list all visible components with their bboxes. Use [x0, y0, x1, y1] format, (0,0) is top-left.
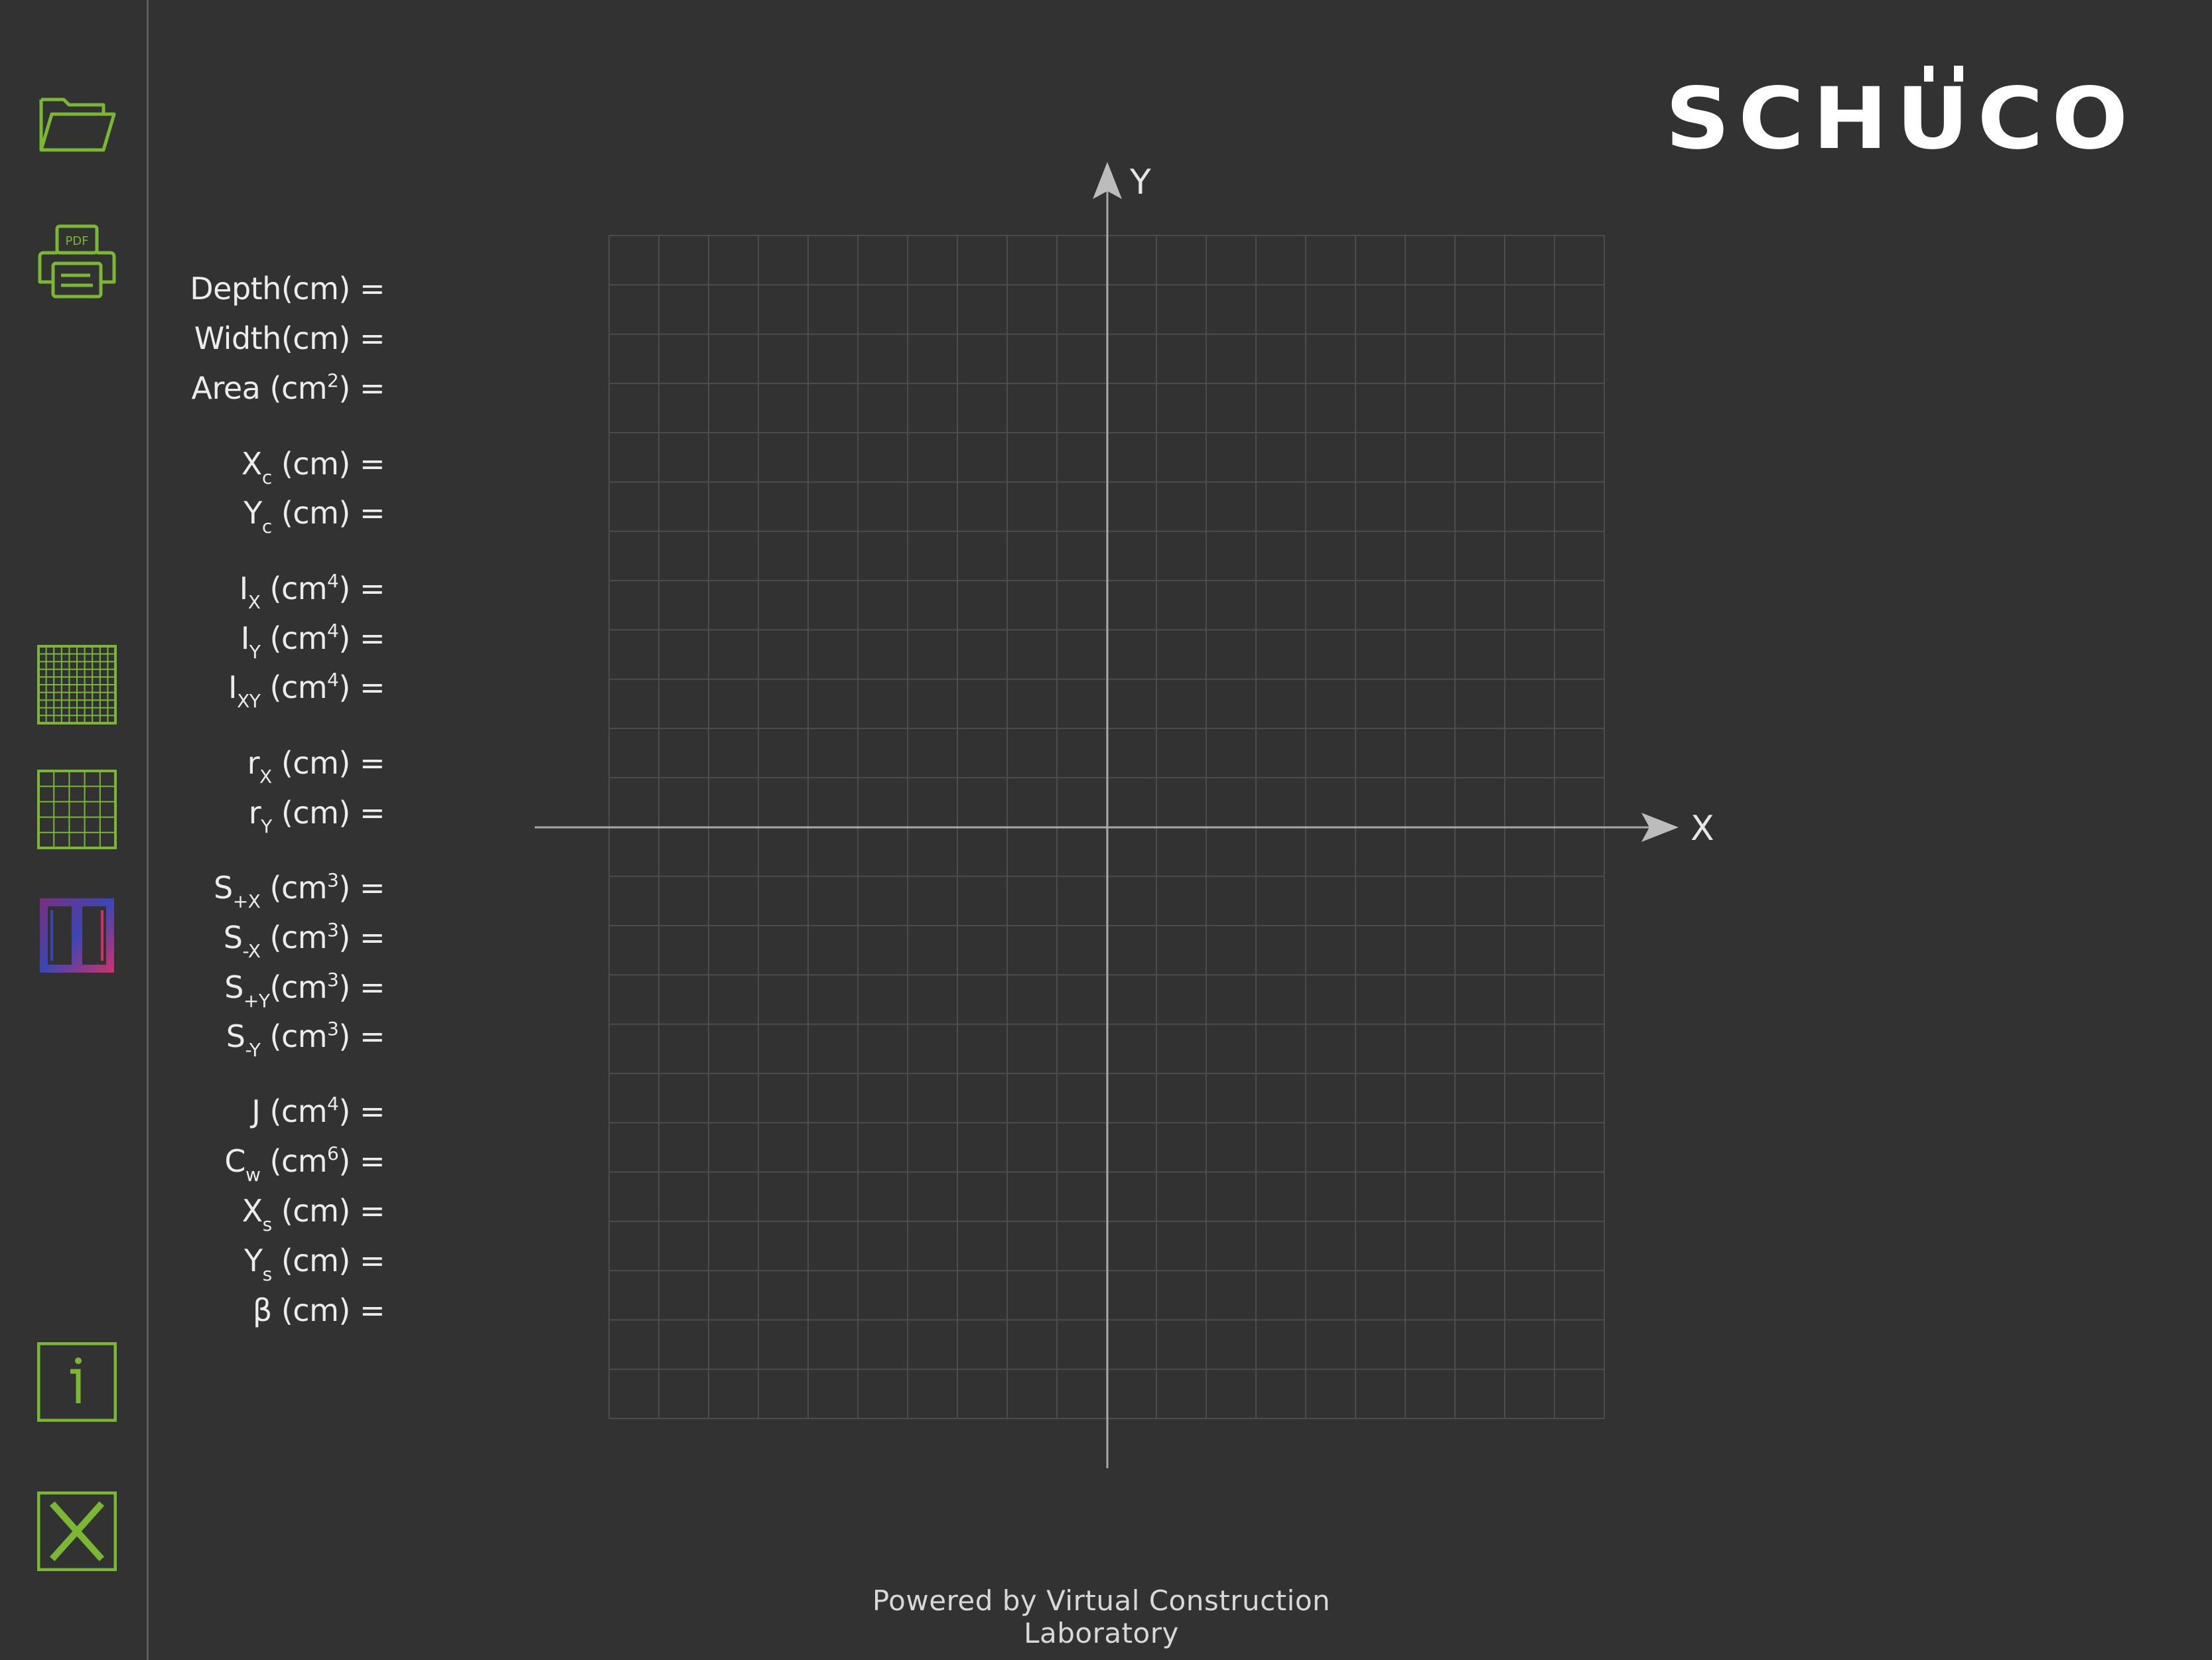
pdf-printer-icon: PDF — [38, 224, 116, 299]
pdf-label: PDF — [65, 234, 88, 248]
info-button[interactable] — [37, 1342, 117, 1422]
section-properties-panel: Depth(cm) = Width(cm) = Area (cm2) = Xc (cm… — [166, 0, 385, 1393]
x-axis-label: X — [1691, 809, 1714, 849]
print-pdf-button[interactable]: PDF — [37, 222, 117, 302]
fine-grid-button[interactable] — [37, 645, 117, 725]
property-label-width: Width(cm) = — [194, 320, 385, 356]
close-x-icon — [37, 1491, 117, 1571]
property-label-area: Area (cm2) = — [191, 370, 385, 406]
property-label-spy: S+Y(cm3) = — [224, 969, 385, 1012]
section-profile-icon — [40, 898, 114, 973]
fine-grid-icon — [37, 645, 117, 725]
property-label-smy: S-Y (cm3) = — [226, 1018, 385, 1061]
property-label-ys: Ys (cm) = — [244, 1243, 385, 1285]
y-axis-label: Y — [1129, 163, 1151, 202]
coarse-grid-button[interactable] — [37, 770, 117, 849]
property-label-yc: Yc (cm) = — [243, 495, 385, 537]
close-button[interactable] — [37, 1491, 117, 1571]
property-label-depth: Depth(cm) = — [190, 271, 385, 307]
property-label-smx: S-X (cm3) = — [223, 919, 385, 962]
property-label-ix: IX (cm4) = — [239, 570, 385, 613]
property-label-spx: S+X (cm3) = — [214, 869, 385, 912]
footer-credit: Powered by Virtual Construction Laborato… — [872, 1584, 1331, 1649]
open-folder-button[interactable] — [37, 85, 117, 165]
info-icon — [37, 1342, 117, 1422]
schuco-logo: SCHUCO — [1665, 66, 2136, 156]
folder-icon — [39, 98, 116, 152]
property-label-cw: Cw (cm6) = — [224, 1142, 385, 1186]
app-window: PDF Depth(cm) = Width(cm) = Area (cm2) =… — [0, 0, 2212, 1660]
property-label-beta: β (cm) = — [252, 1292, 385, 1328]
property-label-xc: Xc (cm) = — [241, 446, 385, 488]
plot-grid — [608, 235, 1605, 1419]
logo-text: SCHUCO — [1665, 70, 2136, 156]
y-axis-arrow-icon — [1093, 162, 1122, 199]
x-axis-arrow-icon — [1641, 813, 1679, 842]
property-label-ixy: IXY (cm4) = — [228, 669, 385, 712]
property-label-xs: Xs (cm) = — [242, 1193, 385, 1235]
property-label-rx: rX (cm) = — [247, 745, 385, 788]
property-label-iy: IY (cm4) = — [240, 620, 385, 663]
property-label-j: J (cm4) = — [251, 1093, 385, 1129]
sidebar: PDF — [0, 0, 149, 1660]
property-label-ry: rY (cm) = — [248, 795, 385, 837]
coarse-grid-icon — [37, 770, 117, 849]
section-view-button[interactable] — [37, 896, 117, 975]
